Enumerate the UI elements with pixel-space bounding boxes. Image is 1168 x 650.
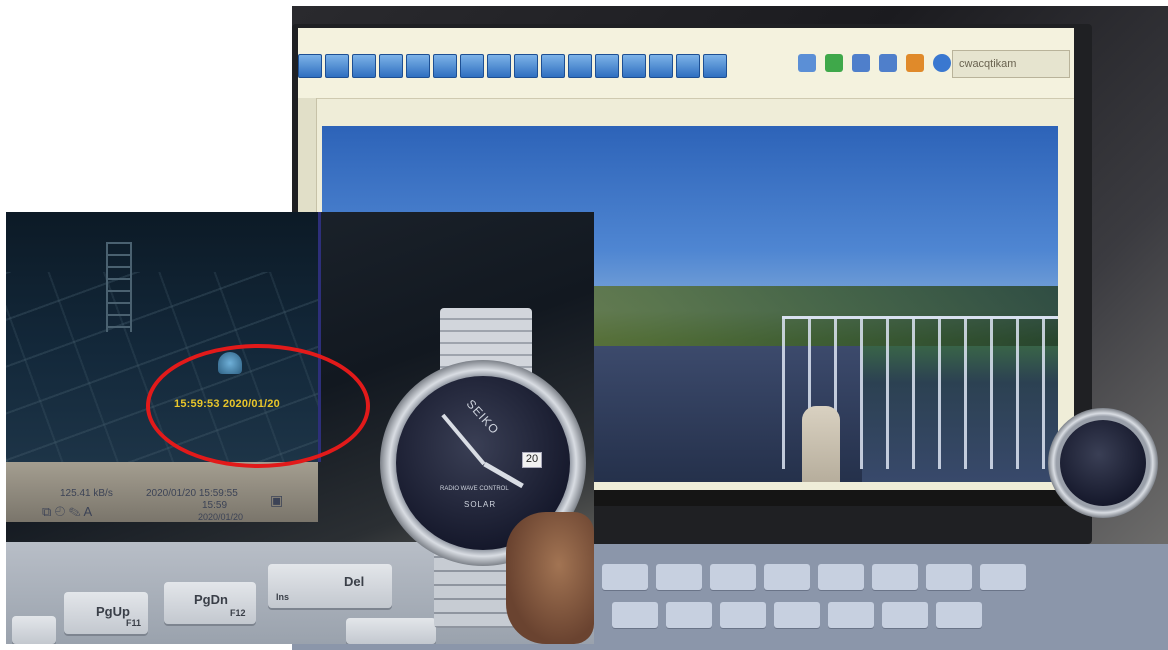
keyboard-key [12,616,56,644]
layout-icon [298,54,322,78]
keyboard-key [710,564,756,590]
tray-time: 15:59 [202,500,228,511]
tray-icons: ⧉ ◴ ✎ A [42,504,93,519]
keyboard-key [872,564,918,590]
keyboard-key [818,564,864,590]
layout-icon [514,54,538,78]
toolbar-icon-row [298,54,727,78]
keyboard-key [882,602,928,628]
layout-icon [595,54,619,78]
tray-date: 2020/01/20 [198,512,244,522]
keyboard-key [774,602,820,628]
camera-menu-label: cwacqtikam [952,50,1070,78]
folder-icon [906,54,924,72]
layout-icon [622,54,646,78]
network-speed: 125.41 kB/s [60,488,113,499]
layout-icon [460,54,484,78]
toolbar-right-icons [798,54,951,72]
layout-icon [433,54,457,78]
layout-icon [352,54,376,78]
keyboard-key [764,564,810,590]
key-del-label: Del [344,574,365,589]
key-ins-label: Ins [276,592,290,602]
inset-taskbar: 125.41 kB/s 2020/01/20 15:59:55 15:59 20… [6,462,318,522]
keyboard-key [656,564,702,590]
keyboard-key [602,564,648,590]
key-pgup-sub: F11 [126,618,142,628]
person-waving [802,406,840,482]
wristwatch-right [1048,398,1158,528]
user-icon [798,54,816,72]
keyboard-key [720,602,766,628]
monitor-icon [879,54,897,72]
taskbar-datetime: 2020/01/20 15:59:55 [146,488,238,499]
camera-app-toolbar: cwacqtikam [298,28,1074,99]
layout-icon [325,54,349,78]
watch-dial [1060,420,1146,506]
notification-icon: ▣ [270,492,284,508]
key-pgdn-sub: F12 [230,608,246,618]
keyboard-key [612,602,658,628]
key-pgdn-label: PgDn [194,592,228,607]
keyboard-key [666,602,712,628]
layout-icon [676,54,700,78]
layout-icon [379,54,403,78]
camera-icon [852,54,870,72]
ladder [106,242,132,332]
layout-icon [406,54,430,78]
watch-brand: SEIKO [463,396,502,438]
layout-icon [649,54,673,78]
key-pgup: PgUp F11 [64,592,148,634]
watch-dial-text: SOLAR [464,500,497,509]
layout-icon [568,54,592,78]
watch-dial-text: RADIO WAVE CONTROL [440,486,509,492]
layout-icon [541,54,565,78]
layout-icon [487,54,511,78]
watch-hour-hand [483,461,524,489]
keyboard-key [926,564,972,590]
red-highlight-circle [146,344,370,468]
keyboard-key [828,602,874,628]
globe-icon [933,54,951,72]
hand [506,512,594,644]
keyboard-key [936,602,982,628]
record-icon [825,54,843,72]
inset-photo: 15:59:53 2020/01/20 125.41 kB/s 2020/01/… [6,212,594,644]
key-pgup-label: PgUp [96,604,130,619]
keyboard-key [980,564,1026,590]
key-pgdn: PgDn F12 [164,582,256,624]
watch-date-window: 20 [522,452,542,468]
layout-icon [703,54,727,78]
